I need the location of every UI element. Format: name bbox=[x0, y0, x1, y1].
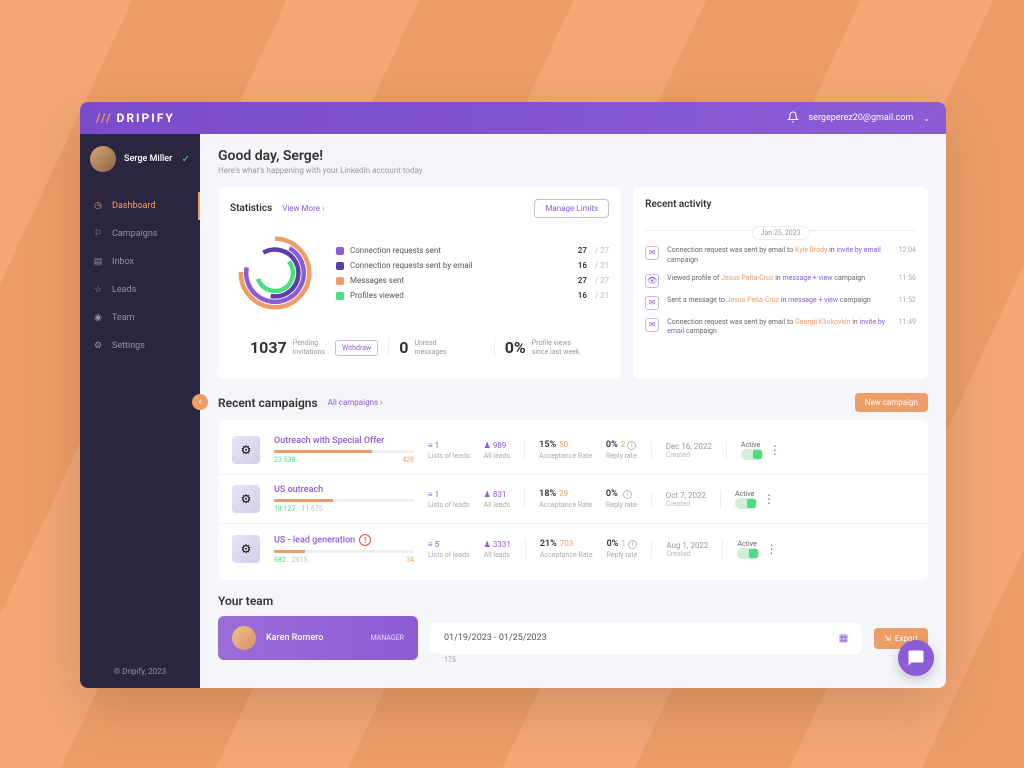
footer-copyright: © Dripify, 2023 bbox=[80, 655, 200, 688]
clock-icon: ◷ bbox=[92, 200, 104, 212]
person-icon: ◉ bbox=[92, 312, 104, 324]
sidebar-nav: ◷Dashboard ⚐Campaigns ▤Inbox ☆Leads ◉Tea… bbox=[80, 184, 200, 360]
withdraw-button[interactable]: Withdraw bbox=[335, 340, 378, 356]
brand-text: DRIPIFY bbox=[117, 111, 175, 125]
alert-icon: ! bbox=[359, 534, 371, 546]
campaign-row[interactable]: ⚙ US outreach 18 12711 675 ≡ 1Lists of l… bbox=[218, 475, 928, 524]
new-campaign-button[interactable]: New campaign bbox=[855, 393, 928, 412]
statistics-card: Statistics View More › Manage Limits Con… bbox=[218, 187, 621, 379]
main-content: Good day, Serge! Here's what's happening… bbox=[200, 134, 946, 688]
campaign-thumbnail: ⚙ bbox=[232, 485, 260, 513]
stats-donut-chart bbox=[230, 228, 320, 318]
user-email[interactable]: sergeperez20@gmail.com bbox=[809, 113, 914, 123]
chat-fab-button[interactable] bbox=[898, 640, 934, 676]
gear-icon: ⚙ bbox=[92, 340, 104, 352]
activity-item[interactable]: ✉Sent a message to Jesus Peña-Cruz in me… bbox=[645, 296, 916, 310]
activity-item[interactable]: ✉Connection request was sent by email to… bbox=[645, 318, 916, 338]
all-campaigns-link[interactable]: All campaigns › bbox=[328, 398, 383, 407]
shield-icon: ✓ bbox=[182, 154, 190, 165]
brand-logo[interactable]: /// DRIPIFY bbox=[96, 111, 175, 125]
stat-row: Messages sent27/ 27 bbox=[336, 276, 609, 285]
sidebar: Serge Miller ✓ ◷Dashboard ⚐Campaigns ▤In… bbox=[80, 134, 200, 688]
stat-row: Profiles viewed16/ 21 bbox=[336, 291, 609, 300]
sidebar-collapse-button[interactable]: ‹ bbox=[192, 394, 208, 410]
sidebar-item-settings[interactable]: ⚙Settings bbox=[80, 332, 200, 360]
campaign-thumbnail: ⚙ bbox=[232, 535, 260, 563]
sidebar-item-campaigns[interactable]: ⚐Campaigns bbox=[80, 220, 200, 248]
sidebar-item-team[interactable]: ◉Team bbox=[80, 304, 200, 332]
info-icon: i bbox=[623, 490, 632, 499]
status-toggle[interactable] bbox=[737, 548, 759, 559]
date-range-text: 01/19/2023 - 01/25/2023 bbox=[444, 633, 547, 643]
activity-card: Recent activity Jan 25, 2023 ✉Connection… bbox=[633, 187, 928, 379]
quick-stat: 0Unreadmessages bbox=[389, 338, 494, 357]
more-menu-icon[interactable]: ⋮ bbox=[765, 546, 777, 552]
avatar bbox=[90, 146, 116, 172]
activity-type-icon: ✉ bbox=[645, 318, 659, 332]
activity-type-icon: ✉ bbox=[645, 296, 659, 310]
activity-type-icon: ✉ bbox=[645, 246, 659, 260]
team-member-card[interactable]: Karen Romero MANAGER bbox=[218, 616, 418, 660]
view-more-link[interactable]: View More › bbox=[282, 204, 324, 213]
app-window: /// DRIPIFY sergeperez20@gmail.com ⌄ Ser… bbox=[80, 102, 946, 688]
campaign-row[interactable]: ⚙ US - lead generation! 682261534 ≡ 5Lis… bbox=[218, 524, 928, 574]
stat-row: Connection requests sent by email16/ 21 bbox=[336, 261, 609, 270]
info-icon: i bbox=[627, 441, 636, 450]
team-member-role: MANAGER bbox=[371, 634, 404, 642]
chevron-down-icon[interactable]: ⌄ bbox=[923, 114, 930, 123]
info-icon: i bbox=[628, 540, 637, 549]
quick-stat: 1037PendinginvitationsWithdraw bbox=[240, 338, 389, 357]
export-icon: ⇲ bbox=[884, 634, 891, 643]
stat-dot-icon bbox=[336, 277, 344, 285]
status-toggle[interactable] bbox=[735, 498, 757, 509]
campaigns-list: ⚙ Outreach with Special Offer 23 538428 … bbox=[218, 420, 928, 580]
manage-limits-button[interactable]: Manage Limits bbox=[534, 199, 609, 218]
flag-icon: ⚐ bbox=[92, 228, 104, 240]
star-icon: ☆ bbox=[92, 284, 104, 296]
more-menu-icon[interactable]: ⋮ bbox=[769, 447, 781, 453]
campaign-row[interactable]: ⚙ Outreach with Special Offer 23 538428 … bbox=[218, 426, 928, 475]
activity-date: Jan 25, 2023 bbox=[752, 226, 810, 240]
stats-title: Statistics bbox=[230, 203, 272, 214]
calendar-icon: ▦ bbox=[839, 633, 848, 644]
topbar: /// DRIPIFY sergeperez20@gmail.com ⌄ bbox=[80, 102, 946, 134]
more-menu-icon[interactable]: ⋮ bbox=[763, 496, 775, 502]
activity-item[interactable]: 👁Viewed profile of Jesus Peña-Cruz in me… bbox=[645, 274, 916, 288]
chat-icon: ▤ bbox=[92, 256, 104, 268]
bell-icon[interactable] bbox=[787, 111, 799, 126]
quick-stat: 0%Profile viewssince last week bbox=[495, 338, 599, 357]
chat-icon bbox=[907, 649, 925, 667]
stat-dot-icon bbox=[336, 262, 344, 270]
greeting-title: Good day, Serge! bbox=[218, 148, 928, 164]
avatar bbox=[232, 626, 256, 650]
stat-row: Connection requests sent27/ 27 bbox=[336, 246, 609, 255]
campaign-thumbnail: ⚙ bbox=[232, 436, 260, 464]
sidebar-item-inbox[interactable]: ▤Inbox bbox=[80, 248, 200, 276]
activity-item[interactable]: ✉Connection request was sent by email to… bbox=[645, 246, 916, 266]
user-name: Serge Miller bbox=[124, 154, 172, 164]
campaigns-title: Recent campaigns bbox=[218, 396, 318, 410]
sidebar-item-dashboard[interactable]: ◷Dashboard bbox=[80, 192, 200, 220]
team-member-name: Karen Romero bbox=[266, 633, 323, 643]
sidebar-item-leads[interactable]: ☆Leads bbox=[80, 276, 200, 304]
date-range-count: 175 bbox=[444, 656, 456, 664]
sidebar-user[interactable]: Serge Miller ✓ bbox=[80, 134, 200, 184]
greeting-subtitle: Here's what's happening with your Linked… bbox=[218, 166, 928, 175]
activity-type-icon: 👁 bbox=[645, 274, 659, 288]
status-toggle[interactable] bbox=[741, 449, 763, 460]
team-title: Your team bbox=[218, 594, 273, 608]
activity-title: Recent activity bbox=[645, 199, 711, 210]
stat-dot-icon bbox=[336, 292, 344, 300]
date-range-picker[interactable]: 01/19/2023 - 01/25/2023 ▦ 175 bbox=[430, 623, 862, 654]
logo-slashes-icon: /// bbox=[96, 111, 113, 125]
stat-dot-icon bbox=[336, 247, 344, 255]
